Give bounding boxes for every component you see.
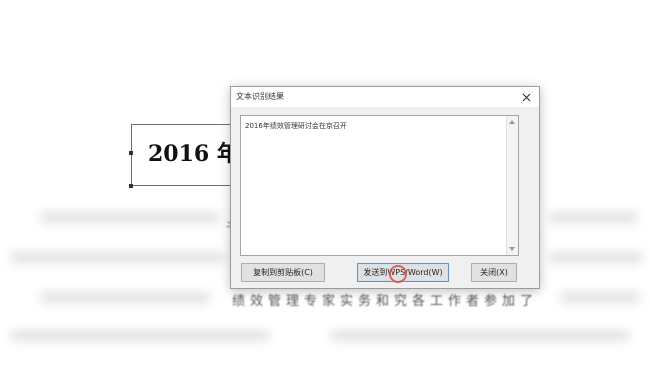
close-icon	[522, 93, 530, 101]
vertical-scrollbar[interactable]	[506, 116, 518, 255]
dialog-title: 文本识别结果	[236, 92, 284, 101]
dialog-titlebar[interactable]: 文本识别结果	[231, 87, 539, 107]
resize-handle[interactable]	[129, 184, 133, 188]
copy-to-clipboard-button[interactable]: 复制到剪贴板(C)	[241, 263, 325, 282]
close-dialog-button[interactable]: 关闭(X)	[471, 263, 517, 282]
result-textarea[interactable]: 2016年绩效管理研讨会在京召开	[240, 115, 519, 256]
resize-handle[interactable]	[129, 151, 133, 155]
close-button[interactable]	[513, 87, 539, 107]
scroll-up-icon[interactable]	[509, 120, 515, 124]
scroll-down-icon[interactable]	[509, 247, 515, 251]
copy-button-label: 复制到剪贴板(C)	[253, 268, 313, 277]
document-body-text: 绩效管理专家实务和究各工作者参加了	[232, 294, 539, 309]
close-button-label: 关闭(X)	[480, 268, 508, 277]
result-text: 2016年绩效管理研讨会在京召开	[245, 122, 347, 130]
click-highlight	[389, 265, 407, 283]
ocr-result-dialog: 文本识别结果 2016年绩效管理研讨会在京召开 复制到剪贴板(C) 发送到WPS…	[230, 86, 540, 289]
